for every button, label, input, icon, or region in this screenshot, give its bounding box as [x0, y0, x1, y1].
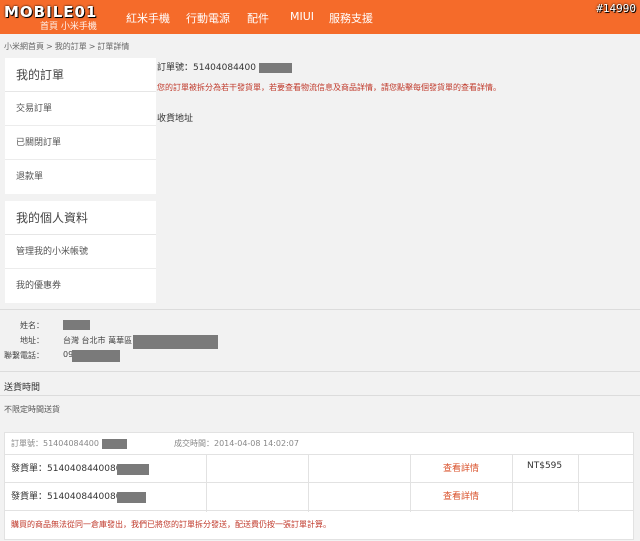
split-shipping-note: 購買的商品無法從同一倉庫發出，我們已將您的訂單拆分發送，配送費仍按一張訂單計算。 — [11, 520, 331, 529]
nav-miui[interactable]: MIUI — [290, 10, 314, 23]
post-id-tag: #14990 — [596, 2, 636, 15]
section-divider — [0, 371, 640, 372]
sidebar-item-manage-account[interactable]: 管理我的小米帳號 — [5, 235, 156, 269]
order-table: 訂單號：51404084400 成交時間：2014-04-08 14:02:07… — [4, 432, 634, 540]
breadcrumb: 小米網首頁 > 我的訂單 > 訂單詳情 — [4, 42, 130, 51]
redacted-block — [117, 464, 149, 475]
sidebar-item-trade-orders[interactable]: 交易訂單 — [5, 92, 156, 126]
split-order-notice: 您的訂單被拆分為若干發貨單，若要查看物流信息及商品詳情，請您點擊每個發貨單的查看… — [157, 83, 501, 92]
sidebar-item-closed-orders[interactable]: 已關閉訂單 — [5, 126, 156, 160]
table-row: 發貨單：5140408440080 查看詳情 — [5, 483, 633, 511]
redacted-block — [258, 62, 292, 73]
breadcrumb-my-orders[interactable]: 我的訂單 — [55, 42, 87, 51]
address-label: 地址： — [20, 336, 44, 345]
redacted-block — [72, 350, 120, 362]
name-label: 姓名： — [20, 321, 44, 330]
shipping-address-title: 收貨地址 — [157, 114, 194, 124]
table-order-number: 訂單號：51404084400 — [11, 439, 99, 448]
recipient-name-row: 姓名： — [0, 320, 300, 332]
order-number: 訂單號：51404084400 — [157, 60, 292, 73]
nav-accessories[interactable]: 配件 — [247, 10, 269, 26]
column-divider — [410, 455, 411, 512]
nav-power-bank[interactable]: 行動電源 — [186, 10, 230, 26]
breadcrumb-home[interactable]: 小米網首頁 — [4, 42, 44, 51]
phone-label: 聯繫電話： — [4, 351, 44, 360]
top-nav-bar: MOBILE01 首頁 小米手機 紅米手機 行動電源 配件 MIUI 服務支援 … — [0, 0, 640, 34]
order-table-header: 訂單號：51404084400 成交時間：2014-04-08 14:02:07 — [5, 433, 633, 455]
recipient-address-row: 地址： 台灣 台北市 萬華區 — [0, 335, 300, 349]
view-details-link[interactable]: 查看詳情 — [443, 455, 479, 483]
section-divider — [0, 395, 640, 396]
address-value: 台灣 台北市 萬華區 — [63, 336, 133, 345]
shipment-number: 發貨單：5140408440080 — [11, 492, 122, 502]
redacted-block — [63, 320, 90, 330]
breadcrumb-order-detail: 訂單詳情 — [97, 42, 130, 51]
sidebar-profile-title: 我的個人資料 — [5, 201, 156, 235]
nav-redmi[interactable]: 紅米手機 — [126, 10, 170, 26]
table-deal-time: 成交時間：2014-04-08 14:02:07 — [174, 439, 299, 448]
logo-nav-fragment: 首頁 小米手機 — [40, 22, 97, 32]
sidebar-profile-panel: 我的個人資料 管理我的小米帳號 我的優惠券 — [5, 201, 156, 303]
shipment-number: 發貨單：5140408440080 — [11, 464, 122, 474]
delivery-time-value: 不限定時間送貨 — [4, 405, 60, 414]
section-divider — [0, 309, 640, 310]
redacted-block — [101, 438, 127, 449]
site-logo[interactable]: MOBILE01 首頁 小米手機 — [4, 3, 97, 32]
redacted-block — [133, 335, 218, 349]
sidebar-item-refunds[interactable]: 退款單 — [5, 160, 156, 194]
sidebar-item-coupons[interactable]: 我的優惠券 — [5, 269, 156, 303]
sidebar-orders-panel: 我的訂單 交易訂單 已關閉訂單 退款單 — [5, 58, 156, 194]
nav-support[interactable]: 服務支援 — [329, 10, 373, 26]
recipient-phone-row: 聯繫電話： 09 — [0, 350, 300, 363]
column-divider — [578, 455, 579, 512]
order-price: NT$595 — [527, 461, 563, 471]
delivery-time-title: 送貨時間 — [4, 383, 41, 393]
column-divider — [206, 455, 207, 512]
sidebar-orders-title: 我的訂單 — [5, 58, 156, 92]
redacted-block — [117, 492, 146, 503]
column-divider — [512, 455, 513, 512]
view-details-link[interactable]: 查看詳情 — [443, 483, 479, 511]
column-divider — [308, 455, 309, 512]
